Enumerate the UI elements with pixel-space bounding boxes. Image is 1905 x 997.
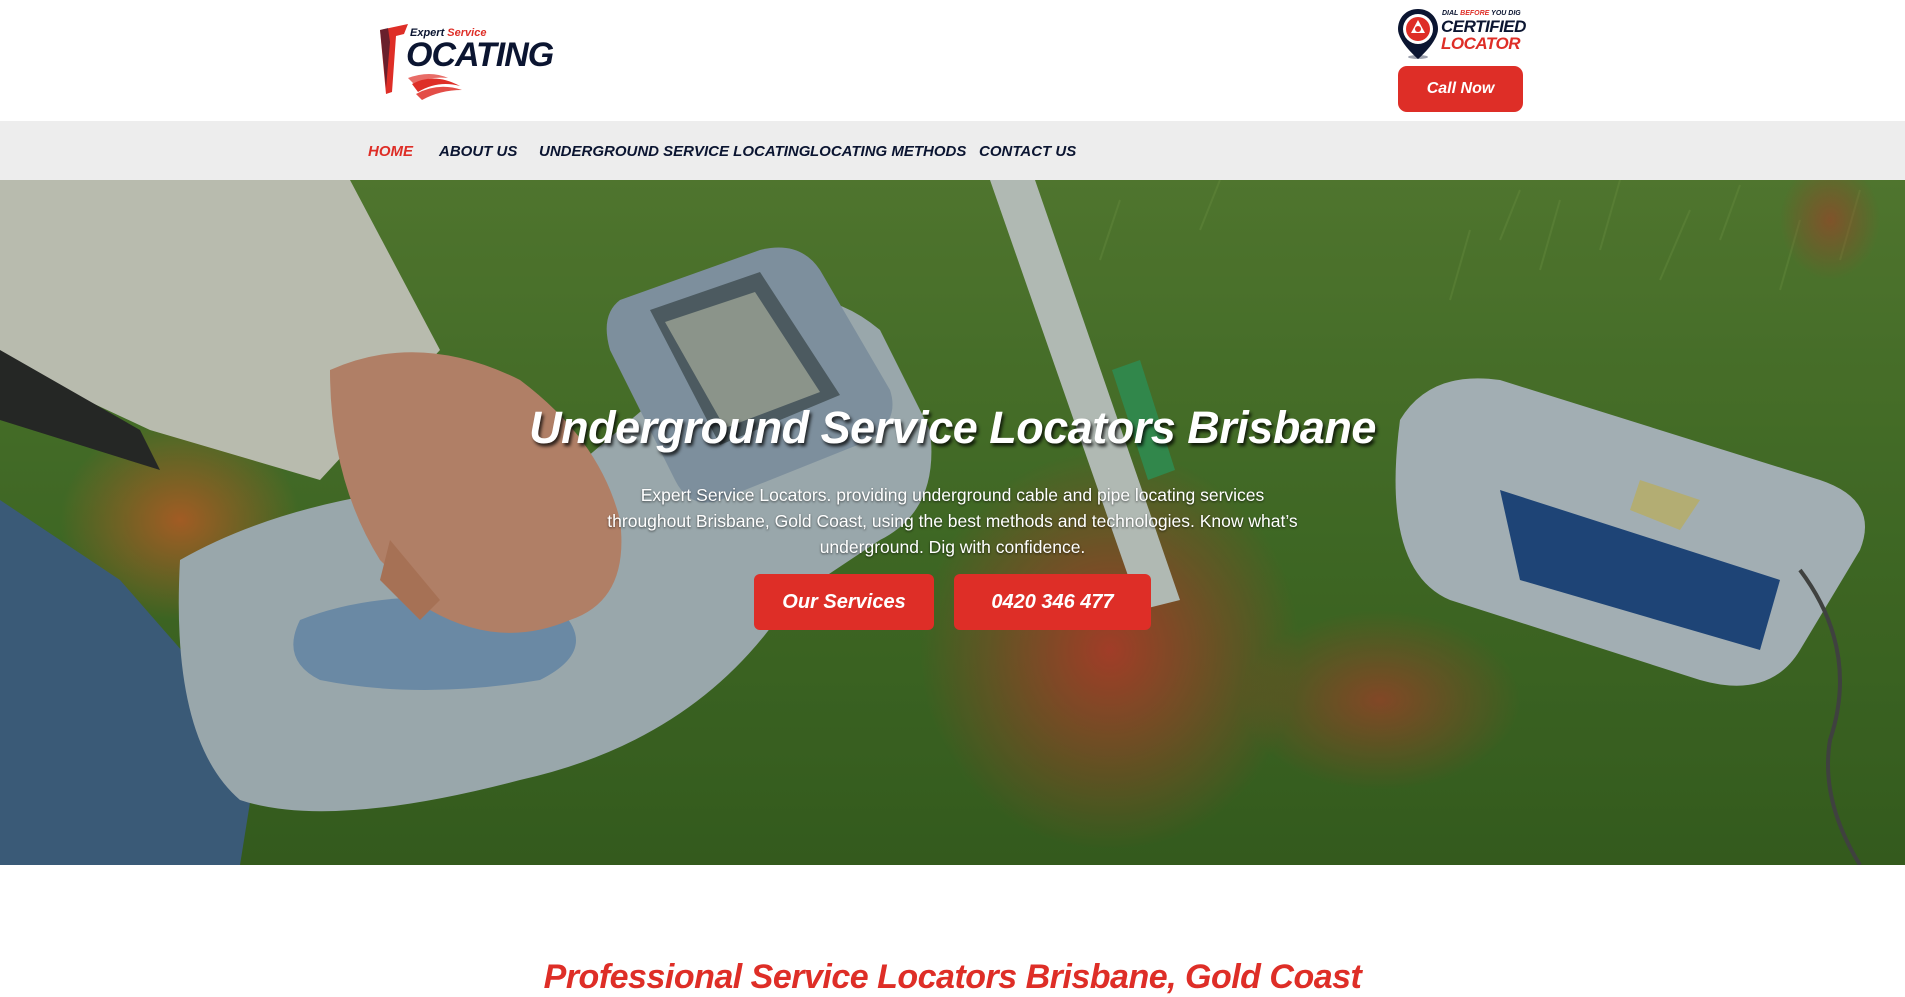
logo-wordmark: OCATING — [406, 36, 554, 74]
site-logo[interactable]: Expert Service OCATING — [378, 22, 554, 104]
nav-item-contact-us[interactable]: CONTACT US — [979, 143, 1076, 160]
location-pin-icon — [1398, 9, 1438, 59]
nav-item-about-us[interactable]: ABOUT US — [439, 143, 517, 160]
hero-description: Expert Service Locators. providing under… — [607, 485, 1298, 557]
call-now-button[interactable]: Call Now — [1398, 66, 1523, 112]
badge-locator-text: LOCATOR — [1441, 34, 1520, 53]
certified-locator-badge: DIAL BEFORE YOU DIG CERTIFIED LOCATOR — [1396, 8, 1526, 60]
nav-item-home[interactable]: HOME — [368, 143, 413, 160]
hero-banner: Underground Service Locators Brisbane Ex… — [0, 180, 1905, 865]
badge-dial-before-you-dig: DIAL BEFORE YOU DIG — [1442, 10, 1521, 17]
nav-item-underground-service-locating[interactable]: UNDERGROUND SERVICE LOCATING — [539, 143, 810, 160]
our-services-button[interactable]: Our Services — [754, 574, 934, 630]
site-header: Expert Service OCATING DIAL BEFORE YOU D… — [0, 0, 1905, 121]
hero-title: Underground Service Locators Brisbane — [529, 402, 1376, 453]
nav-item-locating-methods[interactable]: LOCATING METHODS — [810, 143, 966, 160]
main-nav: HOME ABOUT US UNDERGROUND SERVICE LOCATI… — [0, 121, 1905, 180]
phone-number-button[interactable]: 0420 346 477 — [954, 574, 1151, 630]
